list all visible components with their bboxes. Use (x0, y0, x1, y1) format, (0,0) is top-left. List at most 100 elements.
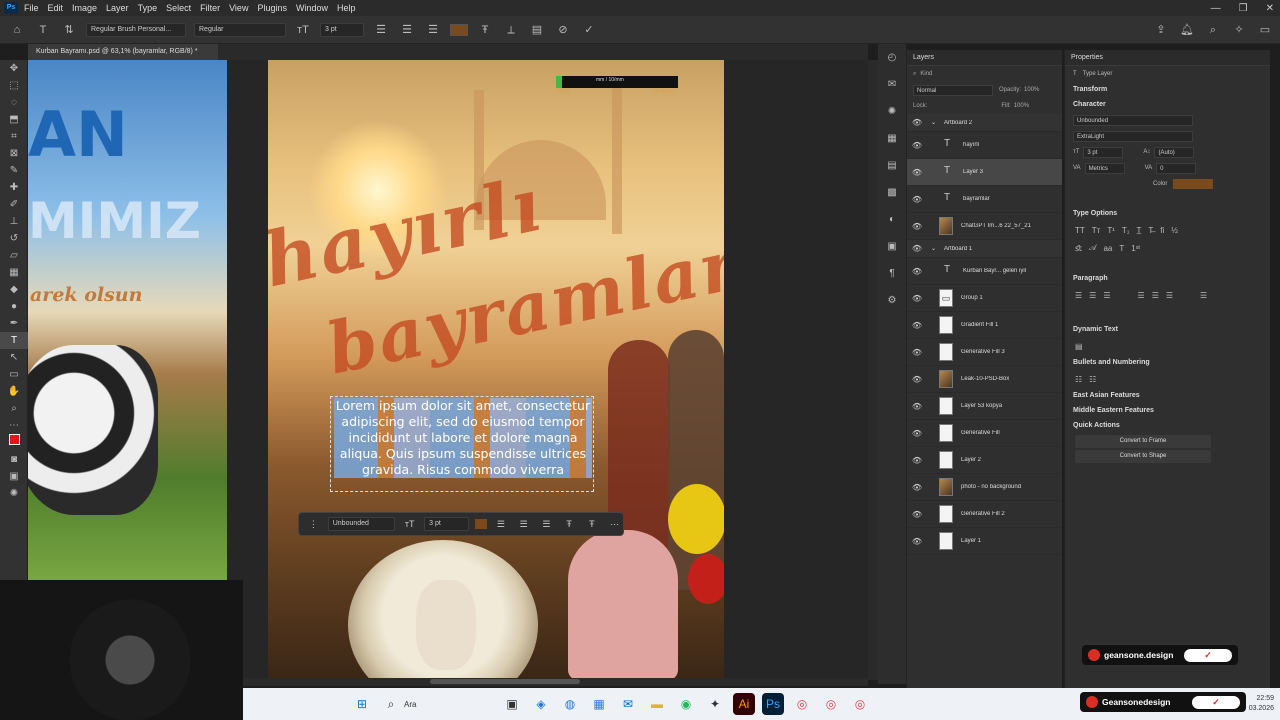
visibility-eye-icon[interactable]: 👁︎ (907, 267, 927, 276)
layer-row[interactable]: 👁︎ ChatGPT Im...6 22_57_21 (907, 213, 1062, 240)
cancel-icon[interactable]: ⊘ (554, 21, 572, 39)
stamp-tool-icon[interactable]: ⊥ (0, 213, 28, 230)
chrome-icon[interactable]: ◎ (791, 693, 813, 715)
para-align-left-icon[interactable]: ☰ (1075, 291, 1082, 300)
section-middle-eastern[interactable]: Middle Eastern Features (1065, 403, 1270, 418)
menu-edit[interactable]: Edit (48, 3, 64, 13)
ctx-align-right-icon[interactable]: ☰ (538, 519, 555, 530)
justify-right-icon[interactable]: ☰ (1166, 291, 1173, 300)
history-brush-icon[interactable]: ↺ (0, 230, 28, 247)
menu-help[interactable]: Help (337, 3, 356, 13)
visibility-eye-icon[interactable]: 👁︎ (907, 402, 927, 411)
taskbar-search-text[interactable]: Ara (404, 700, 494, 709)
visibility-eye-icon[interactable]: 👁︎ (907, 222, 927, 231)
all-caps-icon[interactable]: TT (1075, 226, 1085, 235)
convert-to-shape-button[interactable]: Convert to Shape (1075, 450, 1211, 463)
warp-text-icon[interactable]: Ŧ (476, 21, 494, 39)
zoom-tool-icon[interactable]: ⌕ (0, 400, 28, 417)
crop-tool-icon[interactable]: ⌗ (0, 128, 28, 145)
comments-icon[interactable]: ✉ (878, 71, 906, 98)
workspace-icon[interactable]: ▭ (1256, 21, 1274, 39)
menu-layer[interactable]: Layer (106, 3, 129, 13)
gradient-tool-icon[interactable]: ▦ (0, 264, 28, 281)
outlook-icon[interactable]: ✉ (617, 693, 639, 715)
visibility-eye-icon[interactable]: 👁︎ (907, 141, 927, 150)
visibility-eye-icon[interactable]: 👁︎ (907, 244, 927, 253)
properties-panel-title[interactable]: Properties (1065, 50, 1270, 66)
justify-left-icon[interactable]: ☰ (1138, 291, 1145, 300)
visibility-eye-icon[interactable]: 👁︎ (907, 537, 927, 546)
file-explorer-icon[interactable]: ▬ (646, 693, 668, 715)
align-left-icon[interactable]: ☰ (372, 21, 390, 39)
task-view-icon[interactable]: ▣ (501, 693, 523, 715)
character-size-select[interactable]: 3 pt (1083, 146, 1124, 158)
ctx-more-icon[interactable]: ⋯ (606, 519, 623, 530)
justify-all-icon[interactable]: ☰ (1200, 291, 1207, 300)
filter-kind-icon[interactable]: ⌕ (913, 71, 916, 78)
section-character[interactable]: Character (1065, 97, 1270, 112)
bullet-list-icon[interactable]: ☷ (1075, 375, 1082, 384)
layer-row[interactable]: 👁︎ Gradient Fill 1 (907, 312, 1062, 339)
text-orientation-icon[interactable]: ⇅ (60, 21, 78, 39)
generative-icon[interactable]: ✺ (0, 485, 28, 502)
rectangle-tool-icon[interactable]: ▭ (0, 366, 28, 383)
layer-row[interactable]: 👁︎ Leak-10-PSD-Box (907, 366, 1062, 393)
section-type-options[interactable]: Type Options (1065, 206, 1270, 221)
dynamic-text-icon[interactable]: ▤ (1075, 342, 1083, 351)
layer-row[interactable]: 👁︎ Generative Fill 3 (907, 339, 1062, 366)
artboard-row[interactable]: 👁︎ ⌄ Artboard 2 (907, 114, 1062, 132)
layer-row[interactable]: 👁︎ Generative Fill (907, 420, 1062, 447)
lasso-tool-icon[interactable]: ◌ (0, 94, 28, 111)
store-icon[interactable]: ▦ (588, 693, 610, 715)
visibility-eye-icon[interactable]: 👁︎ (907, 294, 927, 303)
section-east-asian[interactable]: East Asian Features (1065, 388, 1270, 403)
menu-select[interactable]: Select (166, 3, 191, 13)
character-leading-select[interactable]: (Auto) (1154, 146, 1195, 158)
vertical-scrollbar[interactable] (868, 60, 878, 680)
swatches-icon[interactable]: ▦ (878, 125, 906, 152)
quick-mask-icon[interactable]: ◙ (0, 451, 28, 468)
font-family-select[interactable]: Regular Brush Personal... (86, 22, 186, 37)
close-icon[interactable]: ✕ (1266, 3, 1274, 14)
menu-filter[interactable]: Filter (200, 3, 220, 13)
frame-tool-icon[interactable]: ⊠ (0, 145, 28, 162)
para-align-center-icon[interactable]: ☰ (1089, 291, 1096, 300)
copilot-icon[interactable]: ◈ (530, 693, 552, 715)
character-tracking-select[interactable]: 0 (1156, 162, 1197, 174)
text-color-swatch[interactable] (450, 23, 468, 36)
menu-plugins[interactable]: Plugins (257, 3, 287, 13)
visibility-eye-icon[interactable]: 👁︎ (907, 456, 927, 465)
selected-paragraph-text[interactable]: Lorem ipsum dolor sit amet, consectetur … (334, 398, 592, 478)
underline-icon[interactable]: T̲ (1137, 226, 1142, 235)
menu-window[interactable]: Window (296, 3, 328, 13)
eraser-icon[interactable]: ▱ (0, 247, 28, 264)
scroll-thumb[interactable] (430, 679, 580, 684)
layer-filter-kind[interactable]: Kind (920, 71, 932, 77)
type-tool-icon[interactable]: T (34, 21, 52, 39)
layer-row[interactable]: 👁︎ T Kurban Bayr... gelen iyil (907, 258, 1062, 285)
illustrator-icon[interactable]: Ai (733, 693, 755, 715)
ligature-icon[interactable]: ﬁ (1160, 226, 1164, 235)
layer-row[interactable]: 👁︎ ▭ Group 1 (907, 285, 1062, 312)
chrome-profile2-icon[interactable]: ◎ (820, 693, 842, 715)
commit-icon[interactable]: ✓ (580, 21, 598, 39)
menu-type[interactable]: Type (138, 3, 158, 13)
convert-to-frame-button[interactable]: Convert to Frame (1075, 435, 1211, 448)
blend-mode-select[interactable]: Normal (913, 84, 993, 96)
layer-row[interactable]: 👁︎ Layer 53 kopya (907, 393, 1062, 420)
chrome-profile3-icon[interactable]: ◎ (849, 693, 871, 715)
more-tools-icon[interactable]: ⋯ (0, 417, 28, 434)
visibility-eye-icon[interactable]: 👁︎ (907, 321, 927, 330)
font-size-select[interactable]: 3 pt (320, 22, 364, 37)
document-tab[interactable]: Kurban Bayramı.psd @ 63,1% (bayramlar, R… (28, 44, 218, 60)
adjustments-icon[interactable]: ◐ (878, 206, 906, 233)
search-icon[interactable]: ⌕ (1204, 21, 1222, 39)
history-icon[interactable]: ◴ (878, 44, 906, 71)
align-right-icon[interactable]: ☰ (424, 21, 442, 39)
superscript-icon[interactable]: T¹ (1107, 226, 1115, 235)
share-icon[interactable]: ⇪ (1152, 21, 1170, 39)
type-tool-icon[interactable]: T (0, 332, 28, 349)
character-panel-icon[interactable]: ▤ (528, 21, 546, 39)
blur-tool-icon[interactable]: ◆ (0, 281, 28, 298)
justify-center-icon[interactable]: ☰ (1152, 291, 1159, 300)
